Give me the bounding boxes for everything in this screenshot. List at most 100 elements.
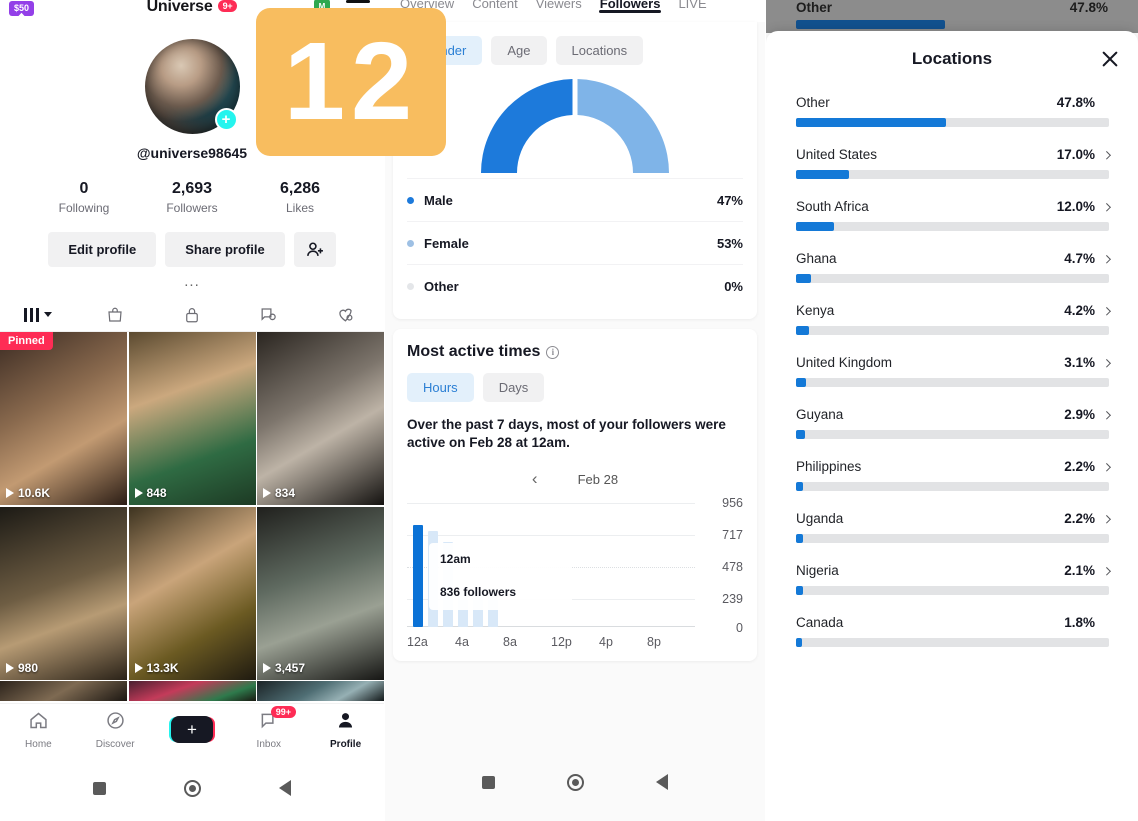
video-views: 10.6K [6,486,50,500]
toggle-hours[interactable]: Hours [407,373,474,402]
video-cell[interactable]: 980 [0,506,127,680]
behind-pct: 47.8% [1069,0,1108,15]
nav-inbox[interactable]: 99+ Inbox [230,705,307,750]
chevron-right-icon [1102,151,1111,160]
tab-private[interactable] [154,306,231,324]
list-item[interactable]: Uganda 2.2% [796,511,1111,543]
video-cell[interactable]: 848 [128,332,256,505]
chevron-left-icon[interactable]: ‹ [532,469,538,489]
video-cell[interactable]: 834 [257,332,384,505]
create-plus-icon[interactable]: + [170,716,213,743]
tab-live[interactable]: LIVE [669,0,715,11]
list-item[interactable]: Other 47.8% [796,95,1109,127]
avatar-wrapper[interactable]: + [144,39,240,134]
grid-icon [24,307,40,322]
back-triangle-icon[interactable] [656,774,668,790]
list-item[interactable]: United States 17.0% [796,147,1111,179]
nav-home[interactable]: Home [0,710,77,750]
edit-profile-button[interactable]: Edit profile [48,232,157,267]
home-circle-icon[interactable] [567,773,584,791]
bar-12a[interactable] [413,525,423,627]
location-pct: 47.8% [1056,95,1095,110]
stat-likes[interactable]: 6,286 Likes [269,180,331,215]
heart-icon [339,308,353,322]
stat-following[interactable]: 0 Following [53,180,115,215]
video-grid: Pinned 10.6K 848 834 980 13.3K 3,457 [0,332,384,701]
tab-liked[interactable] [307,305,384,324]
inbox-badge: 99+ [270,705,297,718]
video-cell[interactable]: 13.3K [128,506,256,680]
subtab-age[interactable]: Age [491,36,547,65]
toggle-days[interactable]: Days [482,373,545,402]
ytick-956: 956 [722,496,743,510]
pinned-badge: Pinned [0,332,53,350]
share-profile-button[interactable]: Share profile [165,232,285,267]
location-track [796,326,1109,335]
close-icon[interactable] [1098,47,1122,71]
video-cell[interactable] [257,681,384,701]
list-item[interactable]: Canada 1.8% [796,615,1109,647]
current-date: Feb 28 [577,471,619,487]
stat-label: Followers [166,201,218,215]
stat-label: Following [58,201,110,215]
bar-4a[interactable] [473,591,483,627]
bar-2a[interactable] [443,541,453,627]
nav-create[interactable]: + [154,716,231,743]
location-name: Guyana [796,407,844,422]
video-cell[interactable] [0,681,127,701]
tab-content[interactable]: Content [463,0,527,11]
tab-shop[interactable] [77,306,154,324]
stat-value: 2,693 [171,180,213,197]
tab-viewers[interactable]: Viewers [527,0,591,11]
list-item[interactable]: Philippines 2.2% [796,459,1111,491]
home-circle-icon[interactable] [184,779,201,797]
nav-discover[interactable]: Discover [77,710,154,750]
gauge-male-slice [481,79,573,173]
location-fill [796,482,803,491]
location-track [796,378,1109,387]
location-pct: 2.9% [1064,407,1095,422]
nav-profile[interactable]: Profile [307,710,384,750]
video-views: 980 [6,661,38,675]
video-cell[interactable]: 3,457 [257,506,384,680]
chevron-right-icon [1102,359,1111,368]
info-icon[interactable]: i [546,345,560,359]
compass-icon [107,711,124,729]
bar-1a[interactable] [428,530,438,627]
stat-followers[interactable]: 2,693 Followers [161,180,223,215]
gender-row-other: Other 0% [407,264,743,307]
behind-row: Other 47.8% [796,0,1108,15]
list-item[interactable]: Nigeria 2.1% [796,563,1111,595]
card-title-row: Most active times i [407,343,743,361]
more-options-dots[interactable]: ... [0,273,384,290]
video-cell[interactable]: Pinned 10.6K [0,332,127,505]
tab-reposts[interactable] [230,305,307,324]
subtab-locations[interactable]: Locations [555,36,644,65]
tab-grid-videos[interactable] [0,307,77,322]
recents-square-icon[interactable] [482,775,495,789]
list-item[interactable]: South Africa 12.0% [796,199,1111,231]
person-icon [339,712,353,727]
ytick-717: 717 [722,528,743,542]
follow-plus-icon[interactable]: + [214,108,238,131]
add-friend-button[interactable] [293,232,336,267]
bar-3a[interactable] [458,591,468,627]
profile-actions: Edit profile Share profile [0,232,384,267]
list-item[interactable]: Kenya 4.2% [796,303,1111,335]
tab-followers[interactable]: Followers [591,0,670,13]
locations-panel: Other 47.8% Locations Other 47.8% United … [766,0,1138,821]
android-system-nav [0,755,384,821]
recents-square-icon[interactable] [93,781,106,795]
list-item[interactable]: Ghana 4.7% [796,251,1111,283]
bar-5a[interactable] [488,591,498,627]
back-triangle-icon[interactable] [279,780,291,796]
legend-dot-other [407,282,414,290]
list-item[interactable]: United Kingdom 3.1% [796,355,1111,387]
list-item[interactable]: Guyana 2.9% [796,407,1111,439]
x-axis-labels: 12a 4a 8a 12p 4p 8p [407,635,695,649]
dimmed-background-row: Other 47.8% [766,0,1138,33]
demographic-subtabs: Gender Age Locations [407,22,743,65]
nav-label: Home [25,738,52,750]
location-name: Philippines [796,459,862,474]
video-cell[interactable] [128,681,256,701]
